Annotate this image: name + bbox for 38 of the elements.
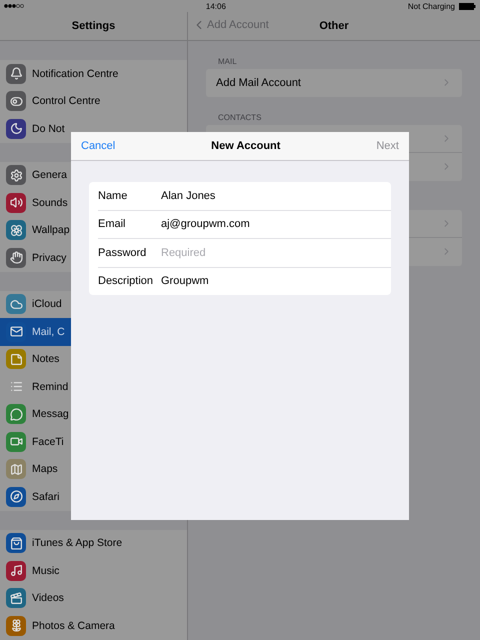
signal-icon <box>4 4 24 8</box>
item-label: iCloud <box>32 298 62 310</box>
dialog-title: New Account <box>211 140 280 152</box>
item-label: Do Not <box>32 122 65 135</box>
item-label: Videos <box>32 592 64 604</box>
cancel-button[interactable]: Cancel <box>81 140 116 152</box>
item-label: Music <box>32 564 60 577</box>
input-field[interactable]: aj@groupwm.com <box>161 218 391 230</box>
sidebar-title: Settings <box>72 20 116 32</box>
field-label: Description <box>98 275 154 288</box>
item-label: Wallpap <box>32 224 70 236</box>
settings-row[interactable]: Add Mail Account <box>206 69 462 96</box>
detail-title: Other <box>319 20 349 32</box>
input-field[interactable]: Required <box>161 246 391 259</box>
battery-icon <box>458 2 476 10</box>
item-label: Genera <box>32 169 68 182</box>
item-label: Photos & Camera <box>32 620 115 632</box>
item-label: Notification Centre <box>32 68 118 80</box>
clock-time: 14:06 <box>206 2 226 10</box>
input-field[interactable]: Groupwm <box>161 275 391 288</box>
item-label: Notes <box>32 353 60 366</box>
field-label: Password <box>98 246 148 259</box>
section-header: CONTACTS <box>217 112 262 124</box>
item-label: Control Centre <box>32 95 100 108</box>
field-label: Name <box>98 190 128 202</box>
item-label: Remind <box>32 380 68 393</box>
item-label: Sounds <box>32 196 68 209</box>
item-label: Maps <box>32 463 58 476</box>
input-field[interactable]: Alan Jones <box>161 190 391 202</box>
item-label: FaceTi <box>32 436 64 448</box>
item-label: Mail, C <box>32 326 65 338</box>
item-label: Privacy <box>32 252 66 264</box>
item-label: iTunes & App Store <box>32 537 122 550</box>
item-label: Safari <box>32 490 60 503</box>
item-label: Messag <box>32 408 69 420</box>
field-label: Email <box>98 218 127 230</box>
charging-status: Not Charging <box>408 2 455 10</box>
section-header: MAIL <box>217 57 238 68</box>
